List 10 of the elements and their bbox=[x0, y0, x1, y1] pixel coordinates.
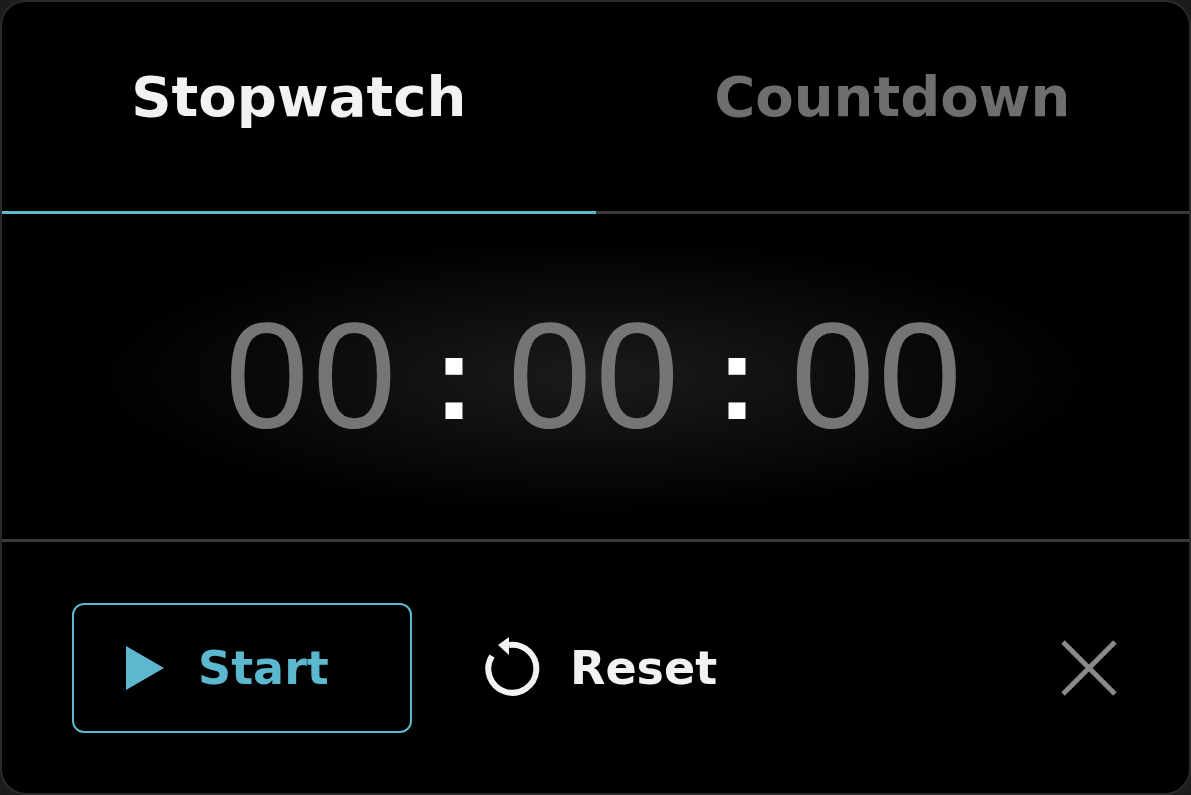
close-icon bbox=[1059, 637, 1119, 698]
start-button[interactable]: Start bbox=[72, 602, 412, 733]
time-digits: 00 bbox=[225, 291, 401, 462]
reset-button[interactable]: Reset bbox=[472, 635, 724, 700]
close-button[interactable] bbox=[1059, 637, 1119, 698]
time-digits: 00 bbox=[790, 291, 966, 462]
time-separator: : bbox=[716, 308, 757, 446]
play-icon bbox=[126, 645, 164, 690]
time-digits: 00 bbox=[508, 291, 683, 462]
time-separator: : bbox=[434, 308, 475, 446]
